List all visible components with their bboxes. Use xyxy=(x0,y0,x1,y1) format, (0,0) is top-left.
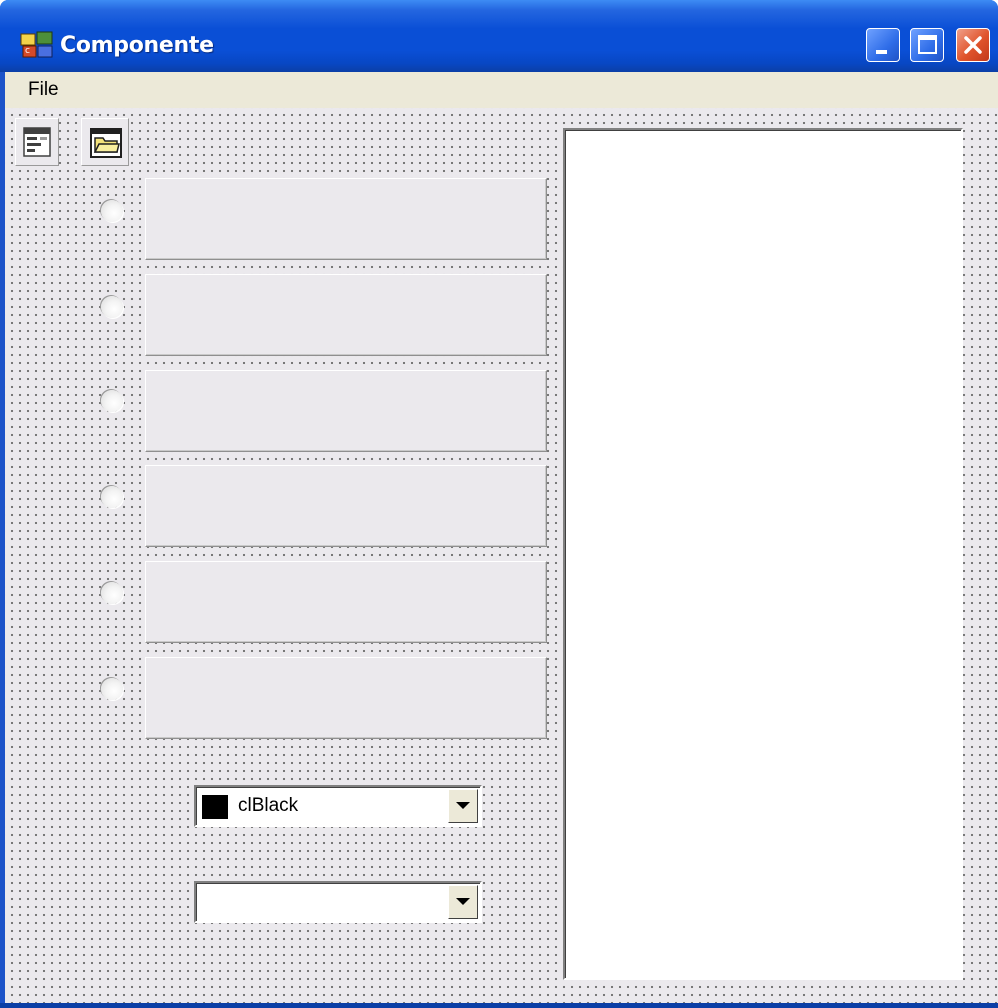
memo-textarea[interactable] xyxy=(563,128,963,980)
client-area: File clBlack xyxy=(5,72,998,1003)
color-swatch xyxy=(202,795,228,819)
title-bar[interactable]: c Componente xyxy=(0,0,998,72)
panel-3 xyxy=(145,370,547,452)
color-dropdown-button[interactable] xyxy=(448,789,478,823)
radio-option-1[interactable] xyxy=(101,200,123,222)
radio-option-6[interactable] xyxy=(101,678,123,700)
second-combobox[interactable] xyxy=(194,881,482,923)
minimize-button[interactable] xyxy=(866,28,900,62)
window-bottom-border xyxy=(0,1003,998,1008)
second-dropdown-button[interactable] xyxy=(448,885,478,919)
close-icon xyxy=(964,36,982,54)
minimize-icon xyxy=(876,50,887,54)
close-button[interactable] xyxy=(956,28,990,62)
panel-1 xyxy=(145,178,547,260)
chevron-down-icon xyxy=(456,898,470,905)
properties-component-button[interactable] xyxy=(15,118,59,166)
open-dialog-component-button[interactable] xyxy=(81,118,129,166)
app-icon: c xyxy=(20,31,53,58)
panel-6 xyxy=(145,657,547,739)
app-window: c Componente File clBlack xyxy=(0,0,998,1008)
form-design-surface: clBlack xyxy=(5,108,998,1003)
panel-4 xyxy=(145,465,547,547)
color-combobox-value: clBlack xyxy=(238,795,299,816)
color-combobox[interactable]: clBlack xyxy=(194,785,482,827)
panel-5 xyxy=(145,561,547,643)
panel-2 xyxy=(145,274,547,356)
menu-bar: File xyxy=(5,72,998,108)
radio-option-2[interactable] xyxy=(101,296,123,318)
properties-icon xyxy=(23,127,51,157)
radio-option-3[interactable] xyxy=(101,390,123,412)
window-title: Componente xyxy=(60,33,214,58)
radio-option-5[interactable] xyxy=(101,582,123,604)
menu-file[interactable]: File xyxy=(28,78,59,102)
maximize-button[interactable] xyxy=(910,28,944,62)
chevron-down-icon xyxy=(456,802,470,809)
open-folder-icon xyxy=(90,128,122,158)
svg-text:c: c xyxy=(25,46,30,56)
maximize-icon xyxy=(918,35,937,54)
radio-option-4[interactable] xyxy=(101,486,123,508)
